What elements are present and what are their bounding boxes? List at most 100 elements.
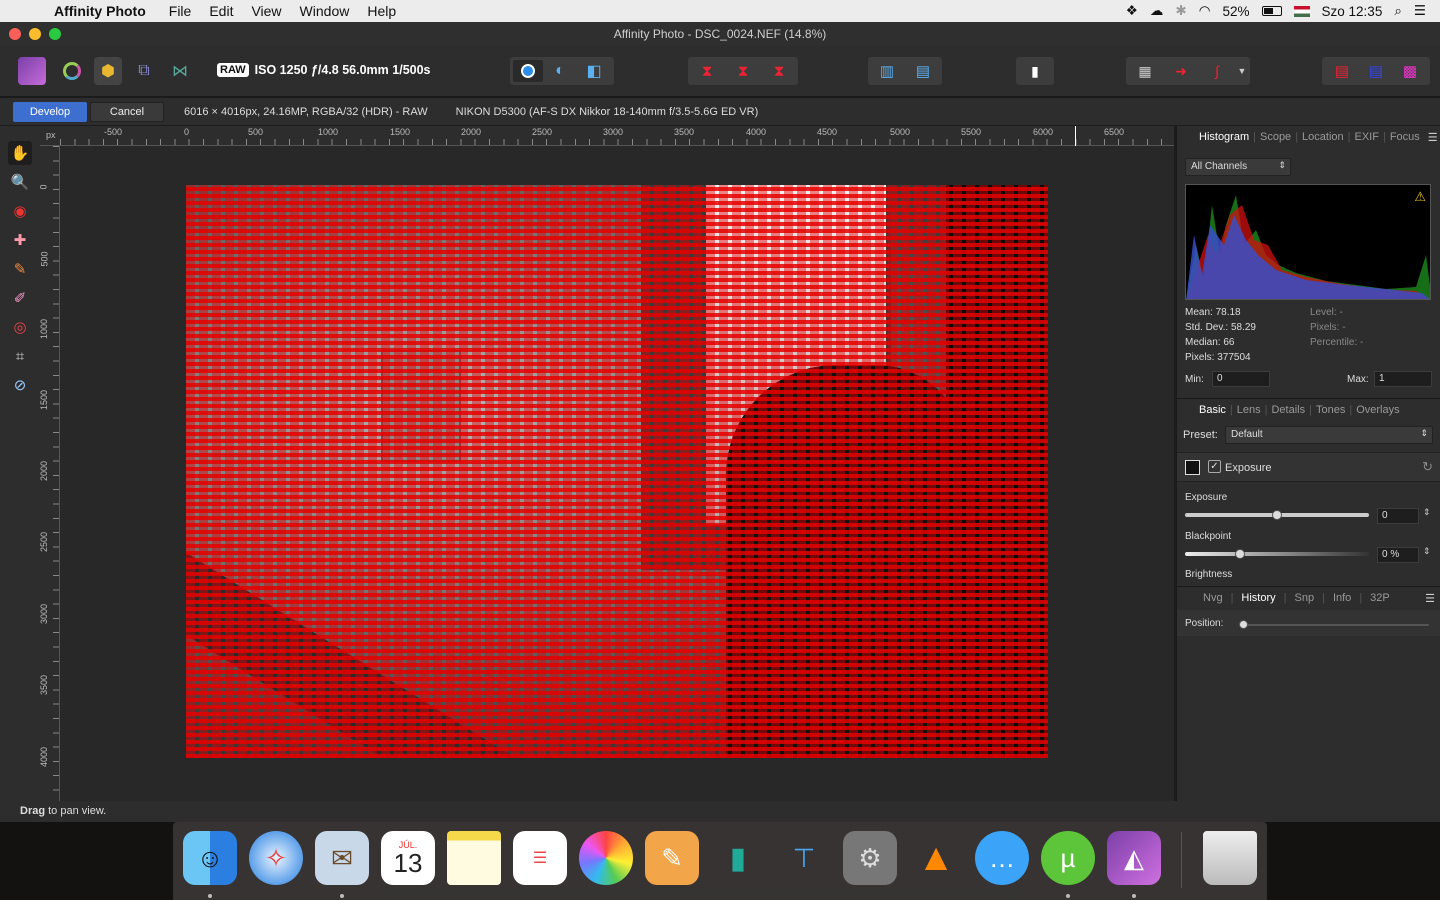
mail-icon[interactable]: ✉ — [315, 831, 369, 885]
tab-32p[interactable]: 32P — [1362, 592, 1398, 604]
photos-icon[interactable] — [579, 831, 633, 885]
menu-view[interactable]: View — [242, 3, 290, 19]
raw-photo[interactable] — [186, 185, 1048, 758]
menu-window[interactable]: Window — [291, 3, 359, 19]
tab-tones[interactable]: Tones — [1312, 404, 1349, 416]
tab-navigator[interactable]: Nvg — [1195, 592, 1231, 604]
channels-blue-icon[interactable]: ▤ — [1359, 62, 1393, 80]
exposure-slider-knob[interactable] — [1272, 510, 1282, 520]
tab-focus[interactable]: Focus — [1386, 131, 1424, 143]
numbers-icon[interactable]: ▮ — [711, 831, 765, 885]
history-position-slider[interactable] — [1239, 624, 1429, 626]
max-field[interactable]: 1 — [1374, 371, 1432, 387]
develop-assistant-button[interactable]: ▮ — [1016, 57, 1054, 85]
channels-red-icon[interactable]: ▤ — [1325, 62, 1359, 80]
warning-icon[interactable]: ⚠ — [1414, 189, 1426, 205]
menu-help[interactable]: Help — [358, 3, 405, 19]
photo-persona-icon[interactable] — [18, 57, 46, 85]
develop-persona-icon[interactable]: ⬢ — [94, 57, 122, 85]
bluetooth-icon[interactable]: ✱ — [1175, 3, 1186, 19]
single-view-icon[interactable] — [513, 60, 543, 82]
tab-details[interactable]: Details — [1267, 404, 1309, 416]
tab-histogram[interactable]: Histogram — [1195, 131, 1253, 143]
app-menu[interactable]: Affinity Photo — [40, 3, 160, 19]
clip-highlights-icon[interactable]: ⧗ — [725, 63, 761, 80]
messenger-icon[interactable]: … — [975, 831, 1029, 885]
exposure-stepper-icon[interactable]: ⇕ — [1423, 507, 1431, 518]
tab-location[interactable]: Location — [1298, 131, 1348, 143]
vlc-icon[interactable]: ▲ — [909, 831, 963, 885]
blackpoint-field[interactable]: 0 % — [1377, 547, 1419, 563]
clock[interactable]: Szo 12:35 — [1322, 4, 1383, 19]
reminders-icon[interactable]: ☰ — [513, 831, 567, 885]
affinity-photo-dock-icon[interactable]: ◭ — [1107, 831, 1161, 885]
menu-file[interactable]: File — [160, 3, 201, 19]
panel-menu-icon[interactable]: ☰ — [1421, 592, 1440, 605]
after-icon[interactable]: ▤ — [905, 62, 941, 80]
preset-select[interactable]: Default ⇕ — [1225, 426, 1433, 444]
tab-lens[interactable]: Lens — [1233, 404, 1265, 416]
zoom-window-button[interactable] — [49, 28, 61, 40]
panel-menu-icon[interactable]: ☰ — [1424, 131, 1440, 144]
tab-history[interactable]: History — [1233, 592, 1283, 604]
menu-edit[interactable]: Edit — [200, 3, 242, 19]
liquify-persona-icon[interactable] — [58, 57, 86, 85]
zoom-tool-icon[interactable]: 🔍 — [8, 170, 32, 194]
canvas-area[interactable]: px -500 0 500 1000 1500 2000 2500 3000 3… — [40, 126, 1174, 801]
keynote-icon[interactable]: ⊤ — [777, 831, 831, 885]
calendar-icon[interactable]: JÚL. 13 — [381, 831, 435, 885]
flag-icon[interactable] — [1293, 5, 1310, 17]
finder-icon[interactable]: ☺ — [183, 831, 237, 885]
develop-button[interactable]: Develop — [13, 101, 87, 122]
overlay-erase-tool-icon[interactable]: ✐ — [8, 286, 32, 310]
dropbox-icon[interactable]: ❖ — [1126, 3, 1138, 19]
tab-overlays[interactable]: Overlays — [1352, 404, 1403, 416]
chevron-down-icon[interactable]: ▼ — [1235, 66, 1249, 76]
history-position-knob[interactable] — [1239, 620, 1248, 629]
close-window-button[interactable] — [9, 28, 21, 40]
mirror-view-icon[interactable]: ◧ — [577, 61, 611, 81]
export-persona-icon[interactable]: ⋈ — [166, 57, 194, 85]
safari-icon[interactable]: ✧ — [249, 831, 303, 885]
red-curve-icon[interactable]: ∫ — [1199, 63, 1235, 79]
overlay-gradient-tool-icon[interactable]: ◎ — [8, 315, 32, 339]
reset-icon[interactable]: ↻ — [1422, 459, 1433, 475]
channel-select[interactable]: All Channels ⇕ — [1185, 158, 1291, 176]
spotlight-icon[interactable]: ⌕ — [1394, 3, 1402, 19]
hand-tool-icon[interactable]: ✋ — [8, 141, 32, 165]
min-field[interactable]: 0 — [1212, 371, 1270, 387]
blackpoint-stepper-icon[interactable]: ⇕ — [1423, 546, 1431, 557]
split-view-icon[interactable]: ◐ — [543, 62, 577, 80]
battery-icon[interactable] — [1261, 6, 1282, 16]
wifi-icon[interactable]: ◠ — [1199, 3, 1211, 19]
red-arrow-icon[interactable]: ➜ — [1163, 63, 1199, 80]
crop-tool-icon[interactable]: ⌗ — [8, 344, 32, 368]
grid-icon[interactable]: ▦ — [1127, 63, 1163, 80]
tone-mapping-persona-icon[interactable]: ⧉ — [130, 57, 158, 85]
pages-icon[interactable]: ✎ — [645, 831, 699, 885]
trash-icon[interactable] — [1203, 831, 1257, 885]
cloud-icon[interactable]: ☁ — [1150, 3, 1164, 19]
clip-tones-icon[interactable]: ⧗ — [761, 63, 797, 80]
minimize-window-button[interactable] — [29, 28, 41, 40]
blackpoint-slider[interactable] — [1185, 552, 1369, 556]
tab-info[interactable]: Info — [1325, 592, 1359, 604]
notes-icon[interactable] — [447, 831, 501, 885]
blackpoint-slider-knob[interactable] — [1235, 549, 1246, 559]
system-preferences-icon[interactable]: ⚙ — [843, 831, 897, 885]
before-icon[interactable]: ▥ — [869, 62, 905, 80]
clip-shadows-icon[interactable]: ⧗ — [689, 63, 725, 80]
battery-text[interactable]: 52% — [1223, 4, 1250, 19]
red-eye-tool-icon[interactable]: ◉ — [8, 199, 32, 223]
tab-exif[interactable]: EXIF — [1351, 131, 1383, 143]
tab-basic[interactable]: Basic — [1195, 404, 1230, 416]
exposure-checkbox[interactable]: ✓ — [1208, 460, 1221, 473]
utorrent-icon[interactable]: µ — [1041, 831, 1095, 885]
white-balance-tool-icon[interactable]: ⊘ — [8, 373, 32, 397]
channels-color-icon[interactable]: ▩ — [1393, 62, 1427, 80]
cancel-button[interactable]: Cancel — [90, 101, 164, 122]
tab-snapshots[interactable]: Snp — [1287, 592, 1323, 604]
notification-center-icon[interactable]: ☰ — [1414, 3, 1426, 19]
tab-scope[interactable]: Scope — [1256, 131, 1295, 143]
blemish-tool-icon[interactable]: ✚ — [8, 228, 32, 252]
